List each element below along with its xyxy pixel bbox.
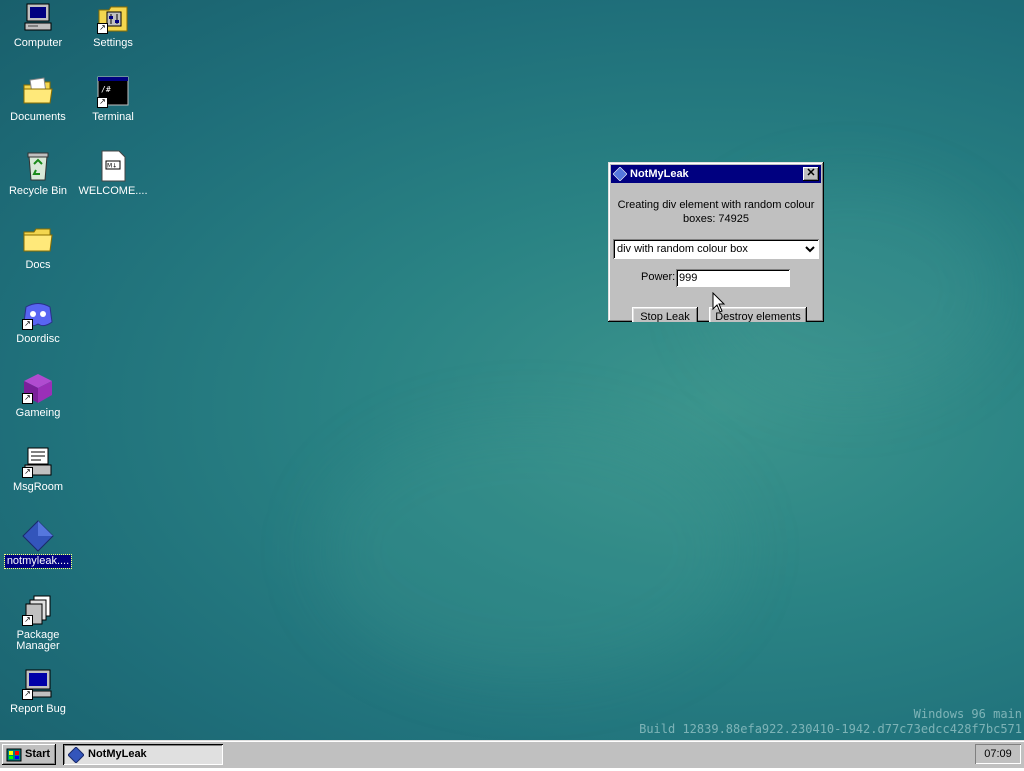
shortcut-arrow-icon: ↗ (22, 319, 33, 330)
desktop-icon-label: MsgRoom (12, 481, 64, 493)
notmyleak-diamond-icon (67, 745, 85, 764)
taskbar-item-notmyleak[interactable]: NotMyLeak (63, 744, 223, 765)
desktop-icon-label: notmyleak.... (3, 554, 73, 569)
package-manager-icon: ↗ (22, 594, 54, 626)
desktop-icon-doordisc[interactable]: ↗ Doordisc (1, 298, 75, 346)
desktop-icon-label: Docs (25, 259, 51, 271)
taskbar-item-label: NotMyLeak (88, 748, 147, 760)
desktop-icon-label: Terminal (92, 111, 134, 123)
desktop-icon-label: WELCOME.... (78, 185, 148, 197)
desktop-icon-welcome[interactable]: M↓ WELCOME.... (76, 150, 150, 198)
desktop-icon-label: Gameing (15, 407, 61, 419)
start-label: Start (25, 748, 51, 760)
watermark-line-1: Windows 96 main (913, 707, 1022, 721)
power-input[interactable]: 999 (676, 269, 790, 287)
build-watermark: Windows 96 main Build 12839.88efa922.230… (639, 707, 1022, 737)
chevron-down-icon (805, 239, 815, 267)
msgroom-icon: ↗ (22, 446, 54, 478)
stop-leak-button[interactable]: Stop Leak (632, 307, 698, 322)
documents-folder-icon (22, 76, 54, 108)
watermark-line-2: Build 12839.88efa922.230410-1942.d77c73e… (639, 722, 1022, 736)
element-type-value: div with random colour box (617, 243, 748, 255)
gameing-cube-icon: ↗ (22, 372, 54, 404)
notmyleak-diamond-icon (22, 520, 54, 552)
taskbar: Start NotMyLeak 07:09 (0, 740, 1024, 768)
shortcut-arrow-icon: ↗ (97, 23, 108, 34)
svg-text:/#: /# (101, 85, 111, 94)
desktop-icon-label: Documents (10, 111, 66, 123)
folder-icon (22, 224, 54, 256)
terminal-icon: /# ↗ (97, 76, 129, 108)
doordisc-icon: ↗ (22, 298, 54, 330)
mouse-pointer-icon (712, 291, 726, 314)
shortcut-arrow-icon: ↗ (97, 97, 108, 108)
power-label: Power: (641, 271, 676, 283)
desktop-icon-recycle-bin[interactable]: Recycle Bin (1, 150, 75, 198)
desktop-icon-notmyleak[interactable]: notmyleak.... (1, 520, 75, 569)
settings-icon: ↗ (97, 2, 129, 34)
start-button[interactable]: Start (2, 744, 56, 765)
desktop-icon-docs[interactable]: Docs (1, 224, 75, 272)
desktop-icon-label: Package Manager (16, 629, 60, 652)
notmyleak-diamond-icon (612, 166, 628, 182)
desktop-icon-gameing[interactable]: ↗ Gameing (1, 372, 75, 420)
desktop-icon-package-manager[interactable]: ↗ Package Manager (1, 594, 75, 653)
desktop-icon-label: Computer (13, 37, 63, 49)
welcome-doc-icon: M↓ (97, 150, 129, 182)
desktop-icon-report-bug[interactable]: ↗ Report Bug (1, 668, 75, 716)
desktop-icon-label: Recycle Bin (8, 185, 68, 197)
status-message: Creating div element with random colour … (616, 198, 816, 226)
wallpaper-cloud (320, 420, 740, 680)
shortcut-arrow-icon: ↗ (22, 615, 33, 626)
report-bug-icon: ↗ (22, 668, 54, 700)
shortcut-arrow-icon: ↗ (22, 393, 33, 404)
shortcut-arrow-icon: ↗ (22, 689, 33, 700)
window-titlebar[interactable]: NotMyLeak ✕ (611, 165, 821, 183)
window-title: NotMyLeak (630, 168, 689, 180)
desktop-icon-label: Settings (93, 37, 133, 49)
desktop: Computer Documents Recycle Bin Docs ↗ Do… (0, 0, 1024, 740)
desktop-icon-settings[interactable]: ↗ Settings (76, 2, 150, 50)
desktop-icon-terminal[interactable]: /# ↗ Terminal (76, 76, 150, 124)
element-type-select[interactable]: div with random colour box (613, 239, 819, 259)
close-icon: ✕ (806, 167, 816, 179)
desktop-icon-msgroom[interactable]: ↗ MsgRoom (1, 446, 75, 494)
system-clock[interactable]: 07:09 (975, 744, 1021, 764)
status-message-line: Creating div element with random colour (617, 199, 815, 211)
shortcut-arrow-icon: ↗ (22, 467, 33, 478)
desktop-icon-label: Doordisc (16, 333, 60, 345)
computer-icon (22, 2, 54, 34)
desktop-icon-label: Report Bug (10, 703, 66, 715)
svg-text:M↓: M↓ (107, 163, 117, 170)
box-count: boxes: 74925 (682, 213, 750, 225)
recycle-bin-icon (22, 150, 54, 182)
desktop-icon-documents[interactable]: Documents (1, 76, 75, 124)
start-logo-icon (6, 748, 22, 762)
desktop-icon-computer[interactable]: Computer (1, 2, 75, 50)
close-button[interactable]: ✕ (803, 167, 819, 181)
